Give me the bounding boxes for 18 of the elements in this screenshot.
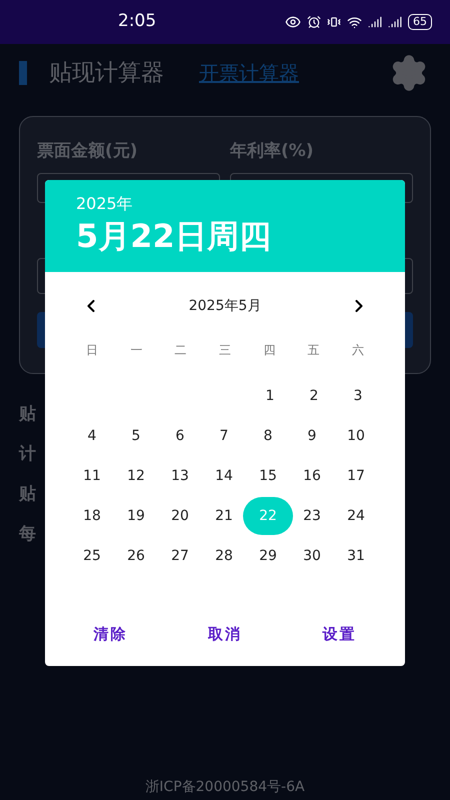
page-title: 贴现计算器: [49, 58, 164, 88]
result-label: 计: [19, 443, 37, 466]
result-label: 贴: [19, 403, 37, 426]
battery-icon: 65: [408, 14, 432, 30]
field-label: 年利率(%): [230, 140, 315, 163]
result-label: 每: [19, 523, 37, 546]
weekday-label: 二: [174, 342, 188, 359]
weekday-label: 五: [306, 342, 321, 359]
weekday-label: 一: [129, 342, 144, 359]
result-label: 贴: [19, 483, 37, 506]
month-title: 2025年5月: [188, 296, 262, 316]
weekday-label: 三: [218, 342, 232, 359]
weekday-label: 六: [350, 342, 365, 359]
status-time: 2:05: [118, 10, 156, 34]
weekday-label: 四: [262, 342, 276, 359]
field-label: 票面金额(元): [37, 140, 139, 163]
icp-footer: 浙ICP备20000584号-6A: [145, 777, 305, 798]
weekday-label: 日: [85, 342, 100, 359]
